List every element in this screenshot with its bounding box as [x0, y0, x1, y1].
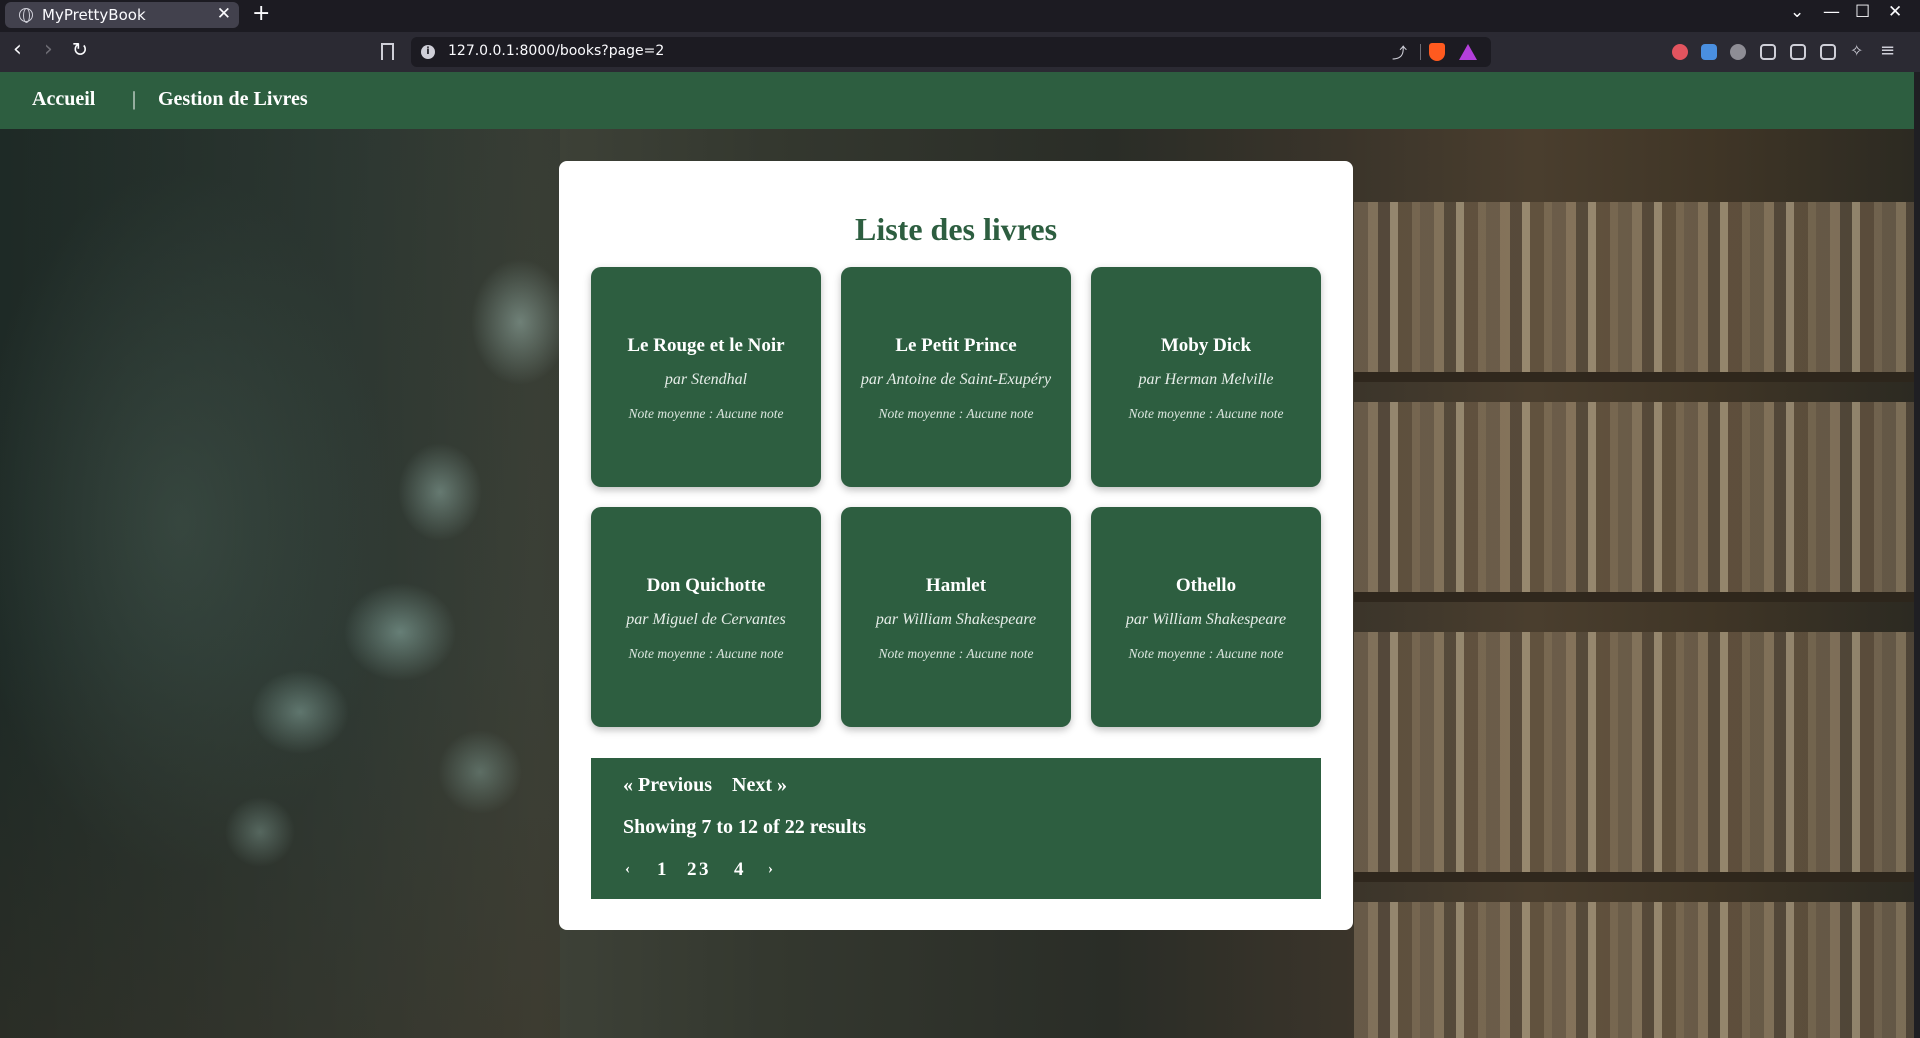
bookmark-icon[interactable] [381, 43, 394, 60]
book-title: Moby Dick [1160, 335, 1252, 356]
book-title: Don Quichotte [646, 575, 766, 596]
minimize-icon[interactable]: — [1823, 2, 1840, 22]
bookshelf-row [1354, 902, 1914, 1038]
page-current-2: 2 [687, 859, 697, 880]
share-icon[interactable]: ⤴ [1392, 42, 1407, 63]
urlbar-divider [1420, 44, 1421, 60]
window-close-icon[interactable]: ✕ [1888, 2, 1902, 22]
shelf [1354, 372, 1914, 382]
extensions-icon[interactable] [1760, 44, 1776, 60]
back-icon[interactable]: ‹ [13, 39, 22, 61]
browser-tab[interactable]: MyPrettyBook ✕ [5, 2, 239, 28]
book-card[interactable]: Othello par William Shakespeare Note moy… [1091, 507, 1321, 727]
books-panel: Liste des livres Le Rouge et le Noir par… [559, 161, 1353, 930]
bookshelf-row [1354, 632, 1914, 872]
book-author: par William Shakespeare [1125, 611, 1287, 628]
tab-title: MyPrettyBook [42, 6, 146, 24]
sidebar-icon[interactable] [1790, 44, 1806, 60]
page-link-1[interactable]: 1 [657, 859, 667, 881]
leo-ai-icon[interactable]: ✧ [1850, 43, 1866, 60]
book-title: Hamlet [925, 575, 987, 596]
book-rating: Note moyenne : Aucune note [628, 406, 784, 421]
globe-icon [19, 8, 33, 23]
next-page-arrow[interactable]: › [768, 861, 773, 878]
results-summary: Showing 7 to 12 of 22 results [623, 816, 866, 838]
book-rating: Note moyenne : Aucune note [878, 646, 1034, 661]
prev-page-arrow[interactable]: ‹ [625, 861, 630, 878]
page-title: Liste des livres [854, 211, 1058, 247]
menu-icon[interactable]: ≡ [1880, 42, 1896, 60]
forward-icon: › [44, 37, 53, 62]
previous-link[interactable]: « Previous [623, 774, 712, 797]
shelf [1354, 872, 1914, 882]
book-card[interactable]: Don Quichotte par Miguel de Cervantes No… [591, 507, 821, 727]
privacy-badge-icon[interactable] [1730, 44, 1746, 60]
page-viewport: Accueil | Gestion de Livres Liste des li… [0, 72, 1914, 1038]
book-rating: Note moyenne : Aucune note [878, 406, 1034, 421]
site-info-icon[interactable]: i [421, 45, 435, 59]
tab-list-icon[interactable]: ⌄ [1790, 2, 1804, 22]
book-title: Le Petit Prince [895, 335, 1017, 356]
background-blur [0, 72, 560, 1038]
book-card[interactable]: Moby Dick par Herman Melville Note moyen… [1091, 267, 1321, 487]
book-author: par William Shakespeare [875, 611, 1037, 628]
book-title: Le Rouge et le Noir [627, 335, 785, 356]
book-card[interactable]: Le Petit Prince par Antoine de Saint-Exu… [841, 267, 1071, 487]
bookshelf-row [1354, 202, 1914, 372]
address-bar[interactable]: i 127.0.0.1:8000/books?page=2 ⤴ [411, 37, 1491, 67]
book-rating: Note moyenne : Aucune note [628, 646, 784, 661]
book-title: Othello [1175, 575, 1237, 596]
screenshot-icon[interactable] [1701, 44, 1717, 60]
reload-icon[interactable]: ↻ [72, 39, 88, 61]
nav-manage-books-link[interactable]: Gestion de Livres [158, 88, 308, 111]
vpn-shield-icon[interactable] [1672, 44, 1688, 60]
page-link-3[interactable]: 3 [699, 859, 709, 881]
pagination: « Previous Next » Showing 7 to 12 of 22 … [591, 758, 1321, 899]
book-rating: Note moyenne : Aucune note [1128, 406, 1284, 421]
book-author: par Antoine de Saint-Exupéry [860, 371, 1052, 388]
bookshelf-row [1354, 402, 1914, 592]
maximize-icon[interactable]: ☐ [1855, 2, 1870, 22]
rewards-icon[interactable] [1459, 44, 1477, 60]
tab-close-icon[interactable]: ✕ [217, 4, 231, 24]
wallet-icon[interactable] [1820, 44, 1836, 60]
book-author: par Stendhal [664, 371, 748, 388]
next-link[interactable]: Next » [732, 774, 787, 797]
new-tab-button[interactable]: + [252, 1, 270, 26]
book-card[interactable]: Le Rouge et le Noir par Stendhal Note mo… [591, 267, 821, 487]
site-navbar: Accueil | Gestion de Livres [0, 72, 1914, 129]
nav-home-link[interactable]: Accueil [32, 88, 95, 111]
nav-divider: | [132, 88, 137, 110]
book-author: par Herman Melville [1138, 371, 1274, 388]
browser-tab-strip: MyPrettyBook ✕ + ⌄ — ☐ ✕ [0, 0, 1920, 32]
brave-shields-icon[interactable] [1429, 43, 1445, 61]
shelf [1354, 592, 1914, 602]
book-rating: Note moyenne : Aucune note [1128, 646, 1284, 661]
page-link-4[interactable]: 4 [734, 859, 744, 881]
book-card[interactable]: Hamlet par William Shakespeare Note moye… [841, 507, 1071, 727]
book-author: par Miguel de Cervantes [626, 611, 786, 628]
url-text[interactable]: 127.0.0.1:8000/books?page=2 [448, 43, 664, 59]
